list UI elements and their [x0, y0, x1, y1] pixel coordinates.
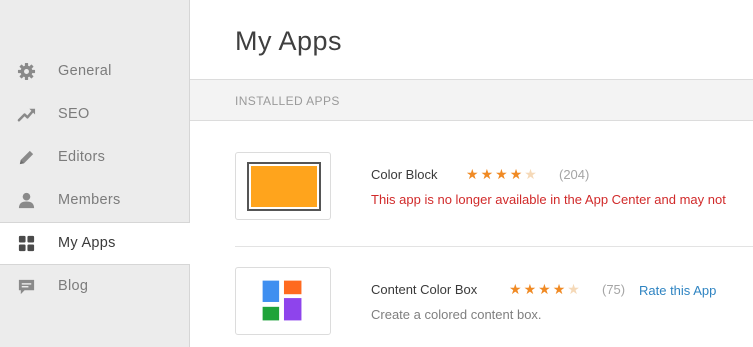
section-header: INSTALLED APPS: [190, 79, 753, 121]
star-rating: ★★★★★: [466, 166, 539, 183]
star-icon: ★: [523, 281, 539, 297]
star-icon: ★: [495, 166, 510, 182]
unavailable-warning: This app is no longer available in the A…: [371, 192, 726, 207]
star-rating: ★★★★★: [509, 281, 582, 298]
gear-icon: [17, 62, 36, 81]
grid-icon: [18, 235, 35, 252]
content-color-box-logo-icon: [262, 280, 302, 321]
star-icon: ★: [466, 166, 481, 182]
rating-count: (75): [602, 282, 626, 297]
sidebar-item-my-apps[interactable]: My Apps: [0, 222, 190, 265]
color-block-swatch: [251, 166, 317, 207]
person-icon: [18, 192, 35, 209]
app-name[interactable]: Color Block: [371, 167, 437, 182]
sidebar-item-label: SEO: [58, 106, 90, 122]
sidebar-item-general[interactable]: General: [0, 50, 189, 92]
trend-icon: [17, 108, 36, 122]
main-content: My Apps INSTALLED APPS Color Block ★★★★★…: [190, 0, 753, 347]
sidebar-item-seo[interactable]: SEO: [0, 93, 189, 135]
sidebar-item-members[interactable]: Members: [0, 179, 189, 221]
color-block-frame: [247, 162, 321, 211]
star-empty-icon: ★: [567, 281, 582, 297]
comment-icon: [18, 279, 35, 295]
sidebar-item-label: Members: [58, 192, 121, 208]
page-title: My Apps: [235, 26, 343, 56]
sidebar-item-label: General: [58, 63, 112, 79]
star-icon: ★: [509, 166, 525, 182]
pencil-icon: [19, 150, 34, 165]
row-divider: [235, 246, 753, 247]
star-icon: ★: [552, 281, 568, 297]
sidebar-item-label: My Apps: [58, 235, 116, 251]
sidebar-item-blog[interactable]: Blog: [0, 265, 189, 307]
rating-count: (204): [559, 167, 590, 182]
app-name[interactable]: Content Color Box: [371, 282, 477, 297]
sidebar-item-label: Blog: [58, 278, 89, 294]
sidebar: General SEO Editors Members My Apps Blog: [0, 0, 190, 347]
star-icon: ★: [509, 281, 524, 297]
section-header-label: INSTALLED APPS: [235, 94, 340, 108]
sidebar-item-label: Editors: [58, 149, 106, 165]
app-thumbnail[interactable]: [235, 152, 331, 220]
star-icon: ★: [480, 166, 496, 182]
rate-app-link[interactable]: Rate this App: [639, 283, 716, 298]
sidebar-item-editors[interactable]: Editors: [0, 136, 189, 178]
app-description: Create a colored content box.: [371, 307, 542, 322]
star-empty-icon: ★: [524, 166, 539, 182]
star-icon: ★: [538, 281, 553, 297]
app-thumbnail[interactable]: [235, 267, 331, 335]
